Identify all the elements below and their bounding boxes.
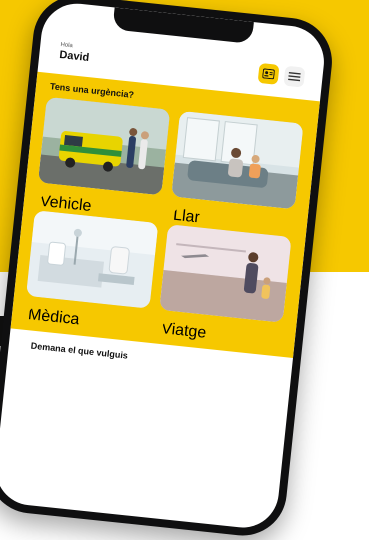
card-vehicle[interactable]: Vehicle [37, 96, 171, 215]
vehicle-image [37, 96, 171, 196]
card-llar[interactable]: Llar [171, 110, 304, 226]
llar-photo [171, 110, 304, 210]
urgency-section: Tens una urgència? Vehicle Llar Mèdica V… [10, 71, 320, 359]
urgency-title: Tens una urgència? [49, 81, 135, 100]
viatge-photo [159, 224, 292, 323]
phone-screen: Hola David Tens una urgència? Vehicle Ll… [0, 0, 328, 532]
hamburger-menu-icon [288, 72, 301, 82]
section-title-demana: Demana el que vulguis [30, 340, 129, 361]
phone-notch [112, 7, 254, 44]
id-card-button[interactable] [257, 62, 280, 85]
card-viatge[interactable]: Viatge [159, 224, 292, 342]
header-actions [257, 62, 306, 88]
vehicle-photo [37, 96, 171, 196]
viatge-image [159, 224, 292, 323]
medica-photo [26, 210, 159, 309]
user-name: David [58, 48, 90, 65]
llar-image [171, 110, 304, 210]
id-card-icon [262, 68, 275, 80]
user-greeting: Hola David [59, 42, 91, 64]
phone-mockup: Hola David Tens una urgència? Vehicle Ll… [0, 0, 337, 540]
card-label-medica: Mèdica [27, 306, 81, 329]
medica-image [26, 210, 159, 309]
card-label-viatge: Viatge [160, 320, 208, 342]
menu-button[interactable] [283, 65, 306, 88]
card-medica[interactable]: Mèdica [26, 210, 159, 328]
